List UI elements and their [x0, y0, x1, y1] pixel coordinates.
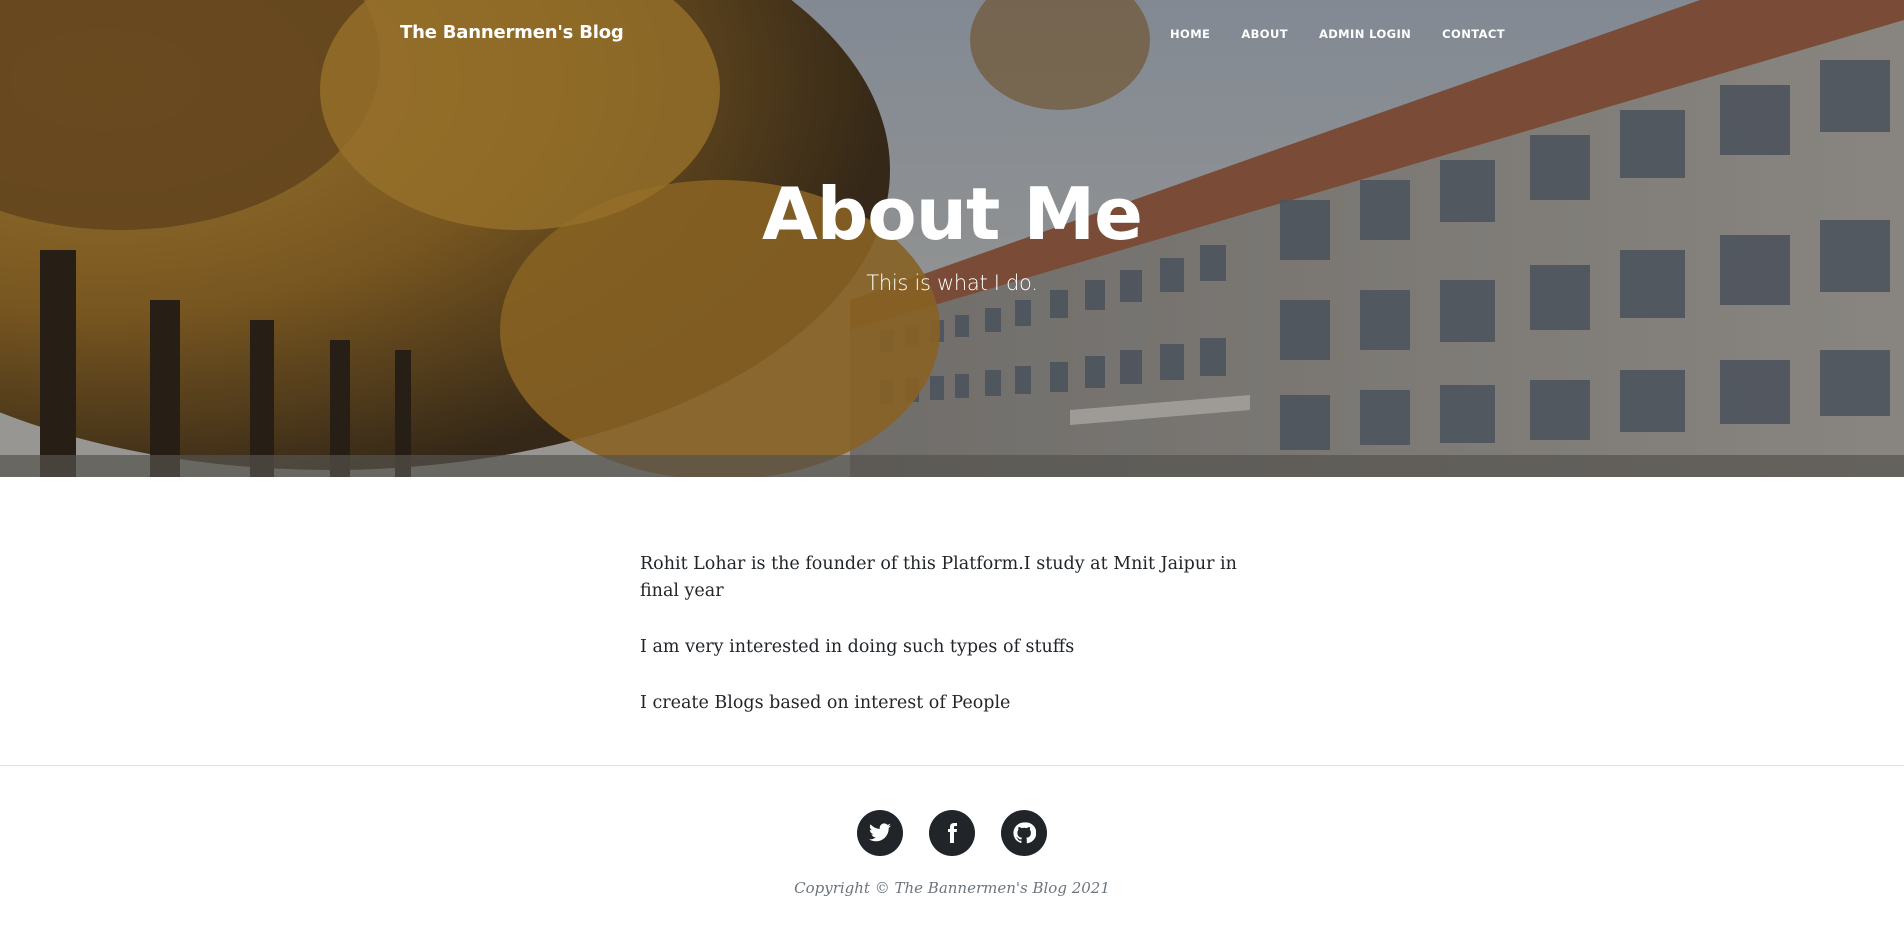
footer-divider — [0, 765, 1904, 766]
social-links — [857, 810, 1047, 856]
copyright-text: Copyright © The Bannermen's Blog 2021 — [794, 879, 1110, 897]
about-paragraph: Rohit Lohar is the founder of this Platf… — [640, 554, 1237, 601]
nav-links: HOME ABOUT ADMIN LOGIN CONTACT — [1170, 27, 1505, 41]
about-paragraph: I am very interested in doing such types… — [640, 637, 1075, 657]
page-heading: About Me — [762, 172, 1143, 256]
brand-link[interactable]: The Bannermen's Blog — [400, 22, 624, 43]
nav-link-admin-login[interactable]: ADMIN LOGIN — [1319, 27, 1411, 41]
nav-link-contact[interactable]: CONTACT — [1442, 27, 1505, 41]
nav-link-home[interactable]: HOME — [1170, 27, 1210, 41]
masthead: The Bannermen's Blog HOME ABOUT ADMIN LO… — [0, 0, 1904, 477]
github-icon — [1013, 822, 1036, 844]
about-content: Rohit Lohar is the founder of this Platf… — [640, 551, 1260, 746]
twitter-icon — [869, 823, 891, 842]
twitter-button[interactable] — [857, 810, 903, 856]
nav-link-about[interactable]: ABOUT — [1241, 27, 1288, 41]
navbar: The Bannermen's Blog HOME ABOUT ADMIN LO… — [0, 0, 1904, 70]
about-paragraph: I create Blogs based on interest of Peop… — [640, 693, 1011, 713]
page-subheading: This is what I do. — [866, 271, 1038, 295]
github-button[interactable] — [1001, 810, 1047, 856]
facebook-button[interactable] — [929, 810, 975, 856]
facebook-icon — [948, 823, 957, 843]
